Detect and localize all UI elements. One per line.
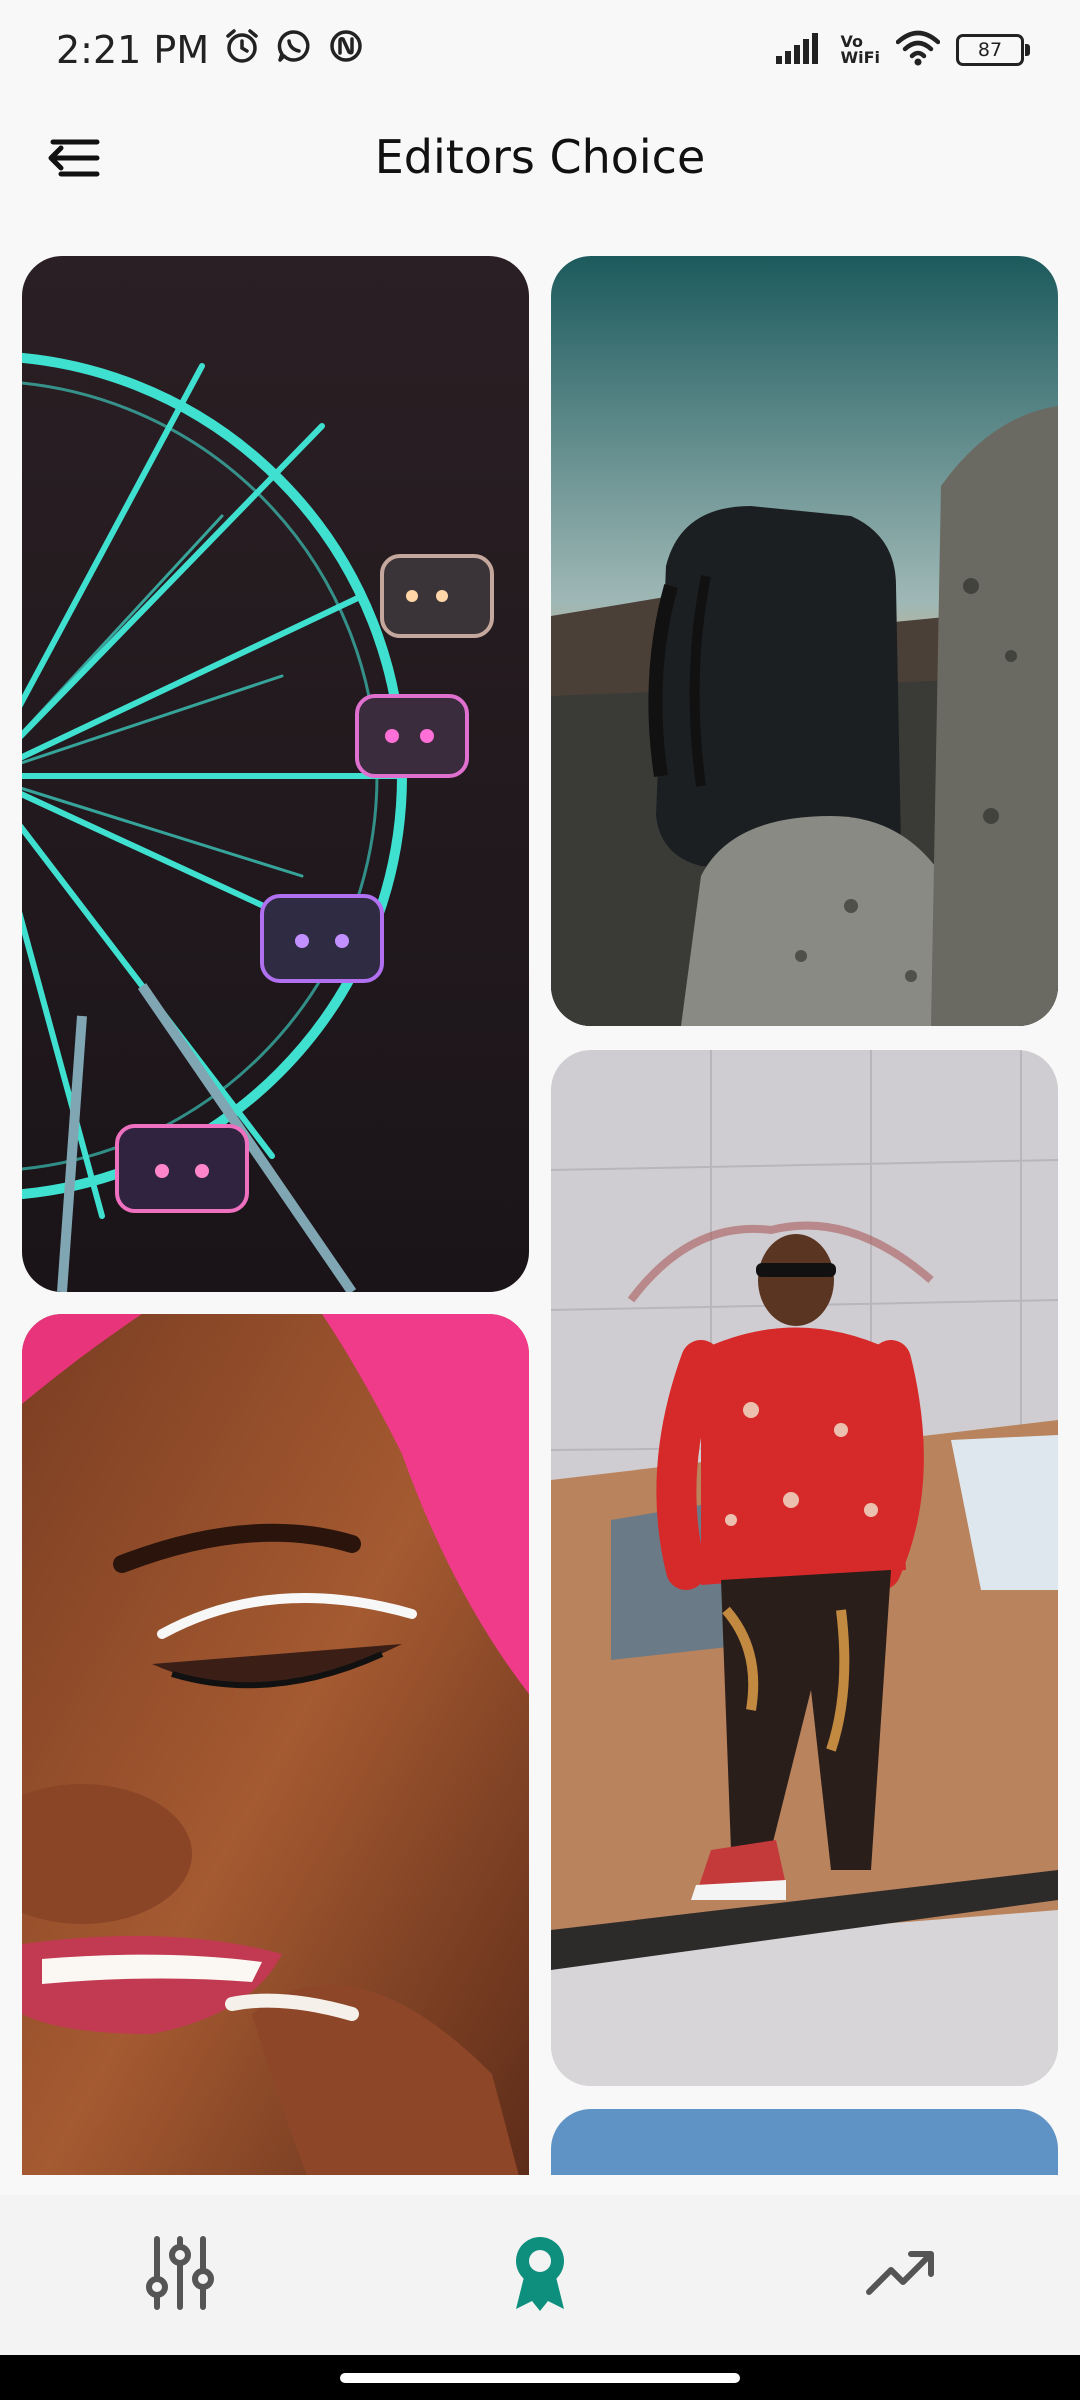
photo-card-backpack[interactable] xyxy=(551,256,1058,1026)
trending-up-icon xyxy=(865,2248,935,2302)
photo-card-red-jacket[interactable] xyxy=(551,1050,1058,2086)
award-ribbon-icon xyxy=(510,2233,570,2317)
nav-trending-button[interactable] xyxy=(830,2215,970,2335)
makeup-image xyxy=(22,1314,529,2175)
red-jacket-image xyxy=(551,1050,1058,2086)
ferris-wheel-image xyxy=(22,256,529,1292)
photo-grid xyxy=(0,0,1080,2175)
sky-image xyxy=(551,2109,1058,2175)
sliders-icon xyxy=(145,2233,215,2317)
photo-card-makeup[interactable] xyxy=(22,1314,529,2175)
nav-editors-choice-button[interactable] xyxy=(470,2215,610,2335)
nav-filters-button[interactable] xyxy=(110,2215,250,2335)
bottom-navigation xyxy=(0,2195,1080,2355)
home-indicator[interactable] xyxy=(340,2373,740,2383)
backpack-image xyxy=(551,256,1058,1026)
photo-card-sky[interactable] xyxy=(551,2109,1058,2175)
photo-card-ferris-wheel[interactable] xyxy=(22,256,529,1292)
